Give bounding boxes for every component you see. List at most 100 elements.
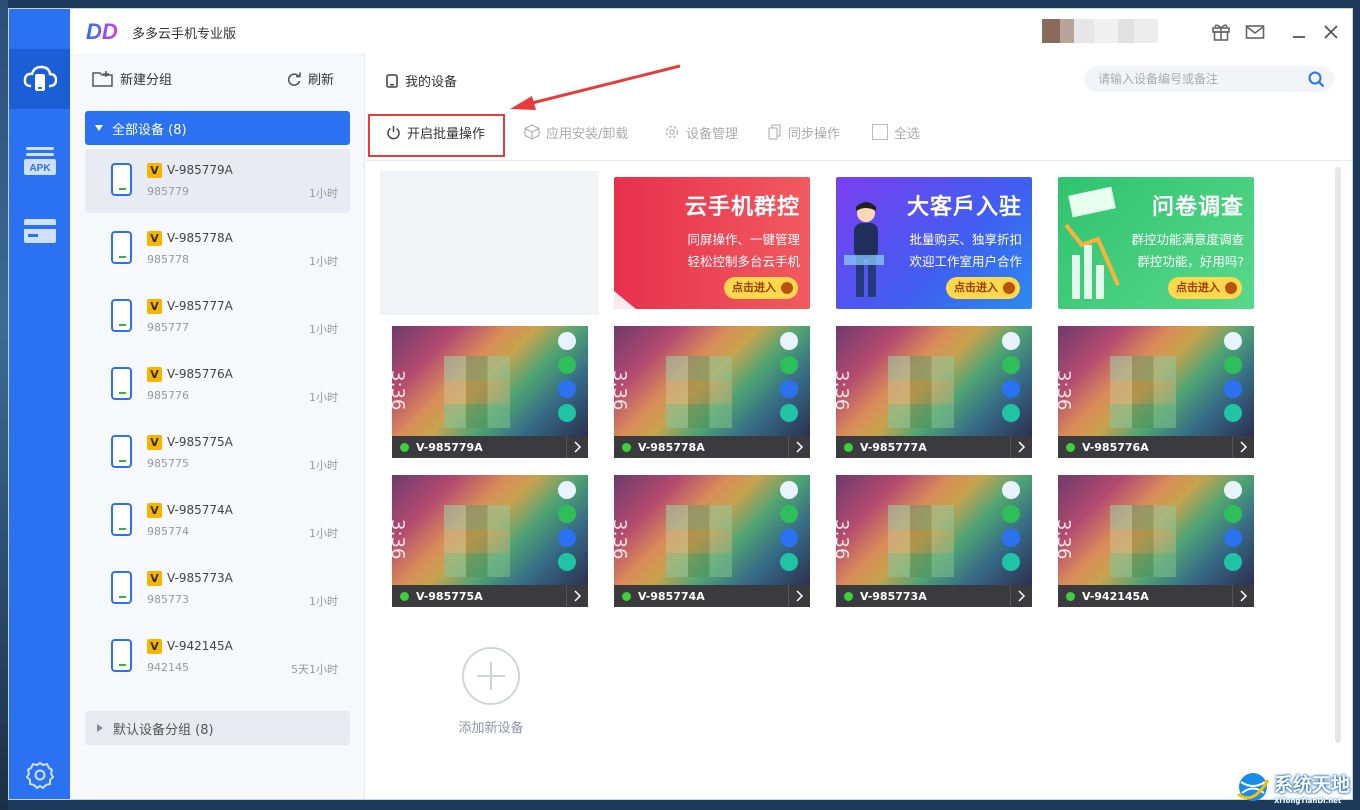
banner-group-control[interactable]: 云手机群控 同屏操作、一键管理 轻松控制多台云手机 点击进入 bbox=[614, 177, 810, 309]
device-list-item[interactable]: V V-985774A 985774 1小时 bbox=[85, 489, 350, 553]
mail-icon[interactable] bbox=[1244, 21, 1266, 43]
device-list-item[interactable]: V V-985773A 985773 1小时 bbox=[85, 557, 350, 621]
online-status-icon bbox=[400, 442, 409, 452]
device-name: V-985775A bbox=[167, 435, 233, 449]
device-card[interactable]: 3:36 V-985777A bbox=[836, 326, 1032, 458]
banner-enter-button[interactable]: 点击进入 bbox=[724, 277, 798, 299]
banner-line2: 欢迎工作室用户合作 bbox=[909, 254, 1022, 269]
device-card[interactable]: 3:36 V-985774A bbox=[614, 475, 810, 607]
phone-device-icon bbox=[111, 435, 132, 468]
chevron-right-icon[interactable] bbox=[1010, 585, 1032, 607]
add-device-button[interactable]: 添加新设备 bbox=[456, 647, 526, 736]
gift-icon[interactable] bbox=[1210, 21, 1232, 43]
rail-settings[interactable] bbox=[9, 745, 70, 805]
device-screen-thumbnail[interactable]: 3:36 bbox=[392, 326, 588, 436]
minimize-icon[interactable] bbox=[1288, 21, 1310, 43]
device-list-item[interactable]: V V-985777A 985777 1小时 bbox=[85, 285, 350, 349]
select-all-button[interactable]: 全选 bbox=[872, 119, 920, 145]
sync-operation-button[interactable]: 同步操作 bbox=[768, 119, 840, 145]
device-screen-thumbnail[interactable]: 3:36 bbox=[1058, 475, 1254, 585]
new-group-button[interactable]: 新建分组 bbox=[92, 69, 172, 88]
chevron-right-icon[interactable] bbox=[1232, 585, 1254, 607]
device-card-bar: V-985777A bbox=[836, 436, 1032, 458]
device-card[interactable]: 3:36 V-985773A bbox=[836, 475, 1032, 607]
device-card-bar: V-985775A bbox=[392, 585, 588, 607]
blurred-content bbox=[444, 505, 510, 577]
add-device-label: 添加新设备 bbox=[458, 721, 524, 736]
device-time: 1小时 bbox=[309, 187, 338, 200]
device-card-bar: V-985778A bbox=[614, 436, 810, 458]
device-id: 985773 bbox=[147, 593, 189, 606]
online-status-icon bbox=[844, 591, 853, 601]
card-icon bbox=[23, 219, 56, 243]
online-status-icon bbox=[1066, 442, 1075, 452]
group-all-devices[interactable]: 全部设备 (8) bbox=[85, 111, 350, 145]
rail-cloud-phone[interactable] bbox=[9, 49, 70, 109]
device-screen-thumbnail[interactable]: 3:36 bbox=[392, 475, 588, 585]
device-card-name: V-985775A bbox=[416, 589, 483, 603]
sync-operation-label: 同步操作 bbox=[788, 126, 841, 142]
device-card[interactable]: 3:36 V-942145A bbox=[1058, 475, 1254, 607]
device-card[interactable]: 3:36 V-985779A bbox=[392, 326, 588, 458]
chevron-right-icon[interactable] bbox=[1010, 436, 1032, 458]
device-screen-thumbnail[interactable]: 3:36 bbox=[836, 475, 1032, 585]
device-time: 1小时 bbox=[309, 323, 338, 336]
app-install-button[interactable]: 应用安装/卸载 bbox=[524, 119, 628, 145]
batch-operation-button[interactable]: 开启批量操作 bbox=[386, 119, 485, 145]
chevron-right-icon[interactable] bbox=[566, 585, 588, 607]
person-illustration-icon bbox=[844, 202, 884, 297]
select-all-checkbox[interactable] bbox=[872, 124, 888, 140]
group-default-devices[interactable]: 默认设备分组 (8) bbox=[85, 711, 350, 745]
app-icons bbox=[780, 332, 800, 428]
device-time: 1小时 bbox=[309, 595, 338, 608]
chevron-right-icon[interactable] bbox=[1232, 436, 1254, 458]
screen-clock: 3:36 bbox=[392, 370, 408, 411]
app-icons bbox=[1224, 481, 1244, 577]
banner-enterprise[interactable]: 大客戶入驻 批量购买、独享折扣 欢迎工作室用户合作 点击进入 bbox=[836, 177, 1032, 309]
globe-icon bbox=[1237, 773, 1270, 801]
device-screen-thumbnail[interactable]: 3:36 bbox=[614, 475, 810, 585]
refresh-button[interactable]: 刷新 bbox=[286, 69, 334, 88]
chevron-right-icon[interactable] bbox=[566, 436, 588, 458]
search-input[interactable] bbox=[1098, 72, 1298, 86]
title-bar: DD 多多云手机专业版 bbox=[70, 9, 1352, 53]
phone-device-icon bbox=[111, 367, 132, 400]
device-list-item[interactable]: V V-942145A 942145 5天1小时 bbox=[85, 625, 350, 689]
device-screen-thumbnail[interactable]: 3:36 bbox=[1058, 326, 1254, 436]
banner-line1: 群控功能满意度调查 bbox=[1131, 232, 1244, 247]
device-id: 985778 bbox=[147, 253, 189, 266]
device-card[interactable]: 3:36 V-985778A bbox=[614, 326, 810, 458]
apk-icon: APK bbox=[23, 147, 56, 175]
vip-badge: V bbox=[147, 163, 162, 178]
banner-title: 问卷调查 bbox=[1151, 195, 1244, 220]
device-id: 985776 bbox=[147, 389, 189, 402]
banner-survey[interactable]: 问卷调查 群控功能满意度调查 群控功能，好用吗? 点击进入 bbox=[1058, 177, 1254, 309]
banner-line2: 群控功能，好用吗? bbox=[1137, 254, 1244, 269]
device-id: 985774 bbox=[147, 525, 189, 538]
device-card-bar: V-985773A bbox=[836, 585, 1032, 607]
device-card[interactable]: 3:36 V-985775A bbox=[392, 475, 588, 607]
user-avatar-blurred[interactable] bbox=[1042, 19, 1158, 43]
device-manage-button[interactable]: 设备管理 bbox=[664, 119, 738, 145]
device-list-item[interactable]: V V-985775A 985775 1小时 bbox=[85, 421, 350, 485]
device-screen-thumbnail[interactable]: 3:36 bbox=[836, 326, 1032, 436]
vip-badge: V bbox=[147, 571, 162, 586]
vip-badge: V bbox=[147, 231, 162, 246]
chevron-right-icon[interactable] bbox=[788, 585, 810, 607]
device-card[interactable]: 3:36 V-985776A bbox=[1058, 326, 1254, 458]
close-icon[interactable] bbox=[1320, 21, 1342, 43]
rail-apk[interactable]: APK bbox=[9, 131, 70, 191]
banner-enter-button[interactable]: 点击进入 bbox=[1168, 277, 1242, 299]
chevron-right-icon[interactable] bbox=[788, 436, 810, 458]
scrollbar[interactable] bbox=[1335, 167, 1341, 743]
rail-card[interactable] bbox=[9, 201, 70, 261]
batch-operation-label: 开启批量操作 bbox=[407, 126, 486, 142]
device-name: V-985779A bbox=[167, 163, 233, 177]
device-list-item[interactable]: V V-985779A 985779 1小时 bbox=[85, 149, 350, 213]
device-screen-thumbnail[interactable]: 3:36 bbox=[614, 326, 810, 436]
search-icon[interactable] bbox=[1308, 71, 1325, 88]
device-list-item[interactable]: V V-985776A 985776 1小时 bbox=[85, 353, 350, 417]
phone-device-icon bbox=[111, 231, 132, 264]
device-list-item[interactable]: V V-985778A 985778 1小时 bbox=[85, 217, 350, 281]
banner-enter-button[interactable]: 点击进入 bbox=[946, 277, 1020, 299]
